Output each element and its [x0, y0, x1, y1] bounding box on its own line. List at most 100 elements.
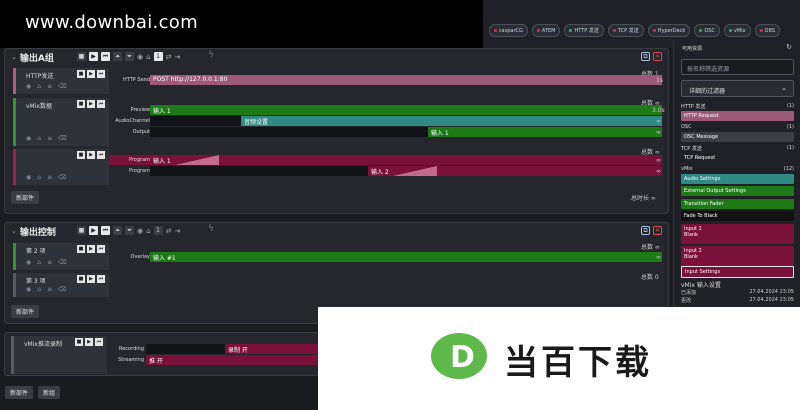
- play-button[interactable]: ▶: [87, 70, 95, 78]
- chip-hyperdeck[interactable]: HyperDeck: [647, 24, 691, 37]
- chip-tcp[interactable]: TCP 发送: [607, 24, 644, 37]
- refresh-icon[interactable]: ↻: [786, 43, 792, 51]
- eye-icon[interactable]: ◉: [26, 259, 31, 266]
- step-back-button[interactable]: ⏮: [101, 52, 110, 61]
- stop-button[interactable]: ■: [77, 100, 85, 108]
- play-button[interactable]: ▶: [87, 275, 95, 283]
- resource-transition-fader[interactable]: Transition Fader: [681, 199, 794, 209]
- chip-obs[interactable]: OBS: [754, 24, 780, 37]
- detailed-filter-dropdown[interactable]: 详细的过滤器 ⌄: [681, 80, 794, 97]
- category-vmix[interactable]: vMix (12): [681, 166, 794, 172]
- trash-icon[interactable]: ⌫: [58, 259, 66, 266]
- layers-icon[interactable]: ≡: [47, 286, 52, 293]
- delete-icon[interactable]: ✕: [653, 226, 662, 235]
- category-http[interactable]: HTTP 发送 (1): [681, 103, 794, 110]
- lock-icon[interactable]: ⌂: [37, 174, 41, 181]
- step-back-button[interactable]: ⏮: [97, 275, 105, 283]
- chip-vmix[interactable]: vMix: [723, 24, 751, 37]
- stop-button[interactable]: ■: [77, 151, 85, 159]
- resource-audio-settings[interactable]: Audio Settings: [681, 174, 794, 184]
- timeline-clip[interactable]: 音频设置: [241, 116, 662, 126]
- eye-icon[interactable]: ◉: [26, 135, 31, 142]
- layers-icon[interactable]: ≡: [47, 174, 52, 181]
- resource-input-2[interactable]: Input 2 Blank: [681, 246, 794, 266]
- part-item-2[interactable]: 第 2 项 ■ ▶ ⏮ ◉ ⌂ ≡ ⌫: [13, 243, 109, 270]
- chip-osc[interactable]: OSC: [694, 24, 720, 37]
- stop-button[interactable]: ■: [77, 226, 86, 235]
- stop-button[interactable]: ■: [77, 52, 86, 61]
- lock-icon[interactable]: ⌂: [37, 259, 41, 266]
- timeline-clip[interactable]: 输入 1: [150, 155, 662, 165]
- duplicate-icon[interactable]: ⧉: [641, 226, 650, 235]
- eye-icon[interactable]: ◉: [137, 53, 143, 61]
- expand-button[interactable]: ⏷: [125, 226, 134, 235]
- one-shot-button[interactable]: 1: [153, 226, 163, 235]
- part-item-3[interactable]: 第 3 项 ■ ▶ ⏮ ◉ ⌂ ≡ ⌫: [13, 273, 109, 297]
- step-back-button[interactable]: ⏮: [97, 100, 105, 108]
- collapse-button[interactable]: ⏶: [113, 226, 122, 235]
- expand-button[interactable]: ⏷: [125, 52, 134, 61]
- part-program[interactable]: ■ ▶ ⏮ ◉ ⌂ ≡ ⌫: [13, 149, 109, 185]
- chevron-down-icon[interactable]: ⌄: [11, 227, 17, 235]
- trash-icon[interactable]: ⌫: [58, 174, 66, 181]
- lock-icon[interactable]: ⌂: [37, 135, 41, 142]
- step-back-button[interactable]: ⏮: [97, 70, 105, 78]
- play-button[interactable]: ▶: [85, 338, 93, 346]
- new-part-button[interactable]: 新部件: [11, 191, 40, 204]
- loop-icon[interactable]: ⇄: [166, 227, 172, 235]
- trash-icon[interactable]: ⌫: [58, 83, 66, 90]
- collapse-button[interactable]: ⏶: [113, 52, 122, 61]
- duplicate-icon[interactable]: ⧉: [641, 52, 650, 61]
- timeline-clip[interactable]: 输入 1: [428, 127, 662, 137]
- resource-osc-message[interactable]: OSC Message: [681, 132, 794, 142]
- lock-icon[interactable]: ⌂: [37, 286, 41, 293]
- one-shot-button[interactable]: 1: [153, 52, 163, 61]
- stop-button[interactable]: ■: [77, 275, 85, 283]
- loop-icon[interactable]: ⇄: [166, 53, 172, 61]
- eye-icon[interactable]: ◉: [26, 174, 31, 181]
- chip-http[interactable]: HTTP 发送: [564, 24, 604, 37]
- play-button[interactable]: ▶: [87, 245, 95, 253]
- chip-atem[interactable]: ATEM: [531, 24, 561, 37]
- resource-fade-to-black[interactable]: Fade To Black: [681, 211, 794, 221]
- auto-icon[interactable]: ⇥: [174, 227, 180, 235]
- timeline-clip[interactable]: 输入 #1: [150, 252, 662, 262]
- stop-button[interactable]: ■: [75, 338, 83, 346]
- category-osc[interactable]: OSC (1): [681, 124, 794, 130]
- eye-icon[interactable]: ◉: [137, 227, 143, 235]
- layers-icon[interactable]: ≡: [47, 83, 52, 90]
- resource-input-1[interactable]: Input 1 Blank: [681, 224, 794, 244]
- step-back-button[interactable]: ⏮: [101, 226, 110, 235]
- resource-http-request[interactable]: HTTP Request: [681, 111, 794, 121]
- new-group-button[interactable]: 新组: [38, 386, 61, 399]
- play-button[interactable]: ▶: [87, 151, 95, 159]
- part-http[interactable]: HTTP发送 ■ ▶ ⏮ ◉ ⌂ ≡ ⌫: [13, 68, 109, 94]
- auto-icon[interactable]: ⇥: [174, 53, 180, 61]
- timeline-clip[interactable]: 推 开: [146, 355, 336, 365]
- trash-icon[interactable]: ⌫: [58, 135, 66, 142]
- category-tcp[interactable]: TCP 发送 (1): [681, 145, 794, 152]
- lock-icon[interactable]: ⌂: [146, 227, 150, 235]
- timeline-clip[interactable]: 输入 1: [150, 105, 662, 115]
- play-button[interactable]: ▶: [87, 100, 95, 108]
- layers-icon[interactable]: ≡: [47, 135, 52, 142]
- stop-button[interactable]: ■: [77, 245, 85, 253]
- part-vmix-data[interactable]: vMix数据 ■ ▶ ⏮ ◉ ⌂ ≡ ⌫: [13, 98, 109, 146]
- timeline-clip[interactable]: POST http://127.0.0.1:80: [150, 75, 662, 85]
- resource-external-output[interactable]: External Output Settings: [681, 186, 794, 196]
- step-back-button[interactable]: ⏮: [97, 151, 105, 159]
- lock-icon[interactable]: ⌂: [146, 53, 150, 61]
- step-back-button[interactable]: ⏮: [95, 338, 103, 346]
- play-button[interactable]: ▶: [89, 226, 98, 235]
- stop-button[interactable]: ■: [77, 70, 85, 78]
- layers-icon[interactable]: ≡: [47, 259, 52, 266]
- trash-icon[interactable]: ⌫: [58, 286, 66, 293]
- part-vmix-record[interactable]: vMix推流录制 ■ ▶ ⏮: [11, 336, 107, 374]
- resource-input-settings[interactable]: Input Settings: [681, 266, 794, 278]
- resource-tcp-request[interactable]: TCP Request: [681, 153, 794, 163]
- new-part-button[interactable]: 新部件: [11, 305, 40, 318]
- play-button[interactable]: ▶: [89, 52, 98, 61]
- chevron-down-icon[interactable]: ⌄: [11, 53, 17, 61]
- lightning-icon[interactable]: ϟ: [208, 50, 214, 60]
- eye-icon[interactable]: ◉: [26, 286, 31, 293]
